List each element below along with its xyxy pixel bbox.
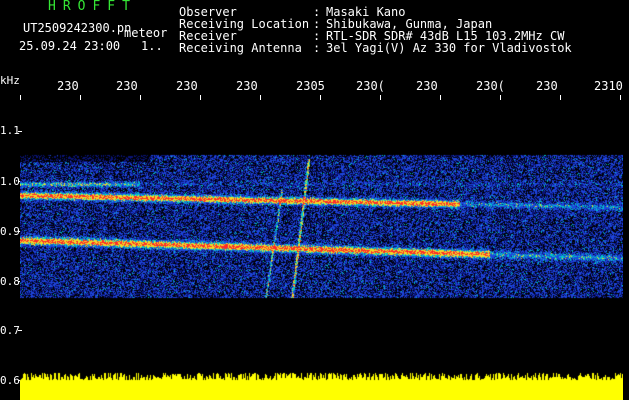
- x-tick: [260, 95, 261, 100]
- x-tick: [200, 95, 201, 100]
- spectrogram-waterfall: [20, 148, 623, 312]
- x-tick-label: 230: [116, 79, 138, 93]
- x-tick: [380, 95, 381, 100]
- y-tick-label: 1.0: [0, 175, 20, 188]
- x-tick-label: 230: [57, 79, 79, 93]
- x-tick-label: 230: [416, 79, 438, 93]
- x-tick: [620, 95, 621, 100]
- mode-label: meteor: [124, 26, 168, 40]
- x-tick: [80, 95, 81, 100]
- y-tick-label: 0.7: [0, 324, 20, 337]
- x-tick-label: 2305: [296, 79, 325, 93]
- x-tick: [560, 95, 561, 100]
- field-sep: :: [313, 41, 321, 55]
- x-tick: [440, 95, 441, 100]
- x-tick: [500, 95, 501, 100]
- signal-level-trace: [20, 366, 623, 400]
- field-label-antenna: Receiving Antenna: [179, 41, 302, 55]
- y-tick-label: 0.9: [0, 225, 20, 238]
- y-tick: [18, 131, 22, 132]
- x-tick-label: 230(: [476, 79, 505, 93]
- x-tick: [20, 95, 21, 100]
- x-tick-label: 230: [536, 79, 558, 93]
- file-name: UT2509242300.pn: [23, 21, 132, 35]
- hrofft-logo: HROFFT: [48, 0, 137, 14]
- y-tick-label: 0.8: [0, 275, 20, 288]
- x-tick: [320, 95, 321, 100]
- y-tick-label: 1.1: [0, 124, 20, 137]
- x-tick-label: 230: [236, 79, 258, 93]
- y-tick-label: 0.6: [0, 374, 20, 387]
- date-time: 25.09.24 23:00: [19, 39, 121, 53]
- x-tick-label: 230(: [356, 79, 385, 93]
- x-tick-label: 230: [176, 79, 198, 93]
- x-tick-label: 2310: [594, 79, 623, 93]
- y-tick: [18, 330, 22, 331]
- page-marker: 1..: [141, 39, 163, 53]
- x-tick: [140, 95, 141, 100]
- antenna-value: 3el Yagi(V) Az 330 for Vladivostok: [326, 41, 572, 55]
- y-unit-label: kHz: [0, 74, 20, 87]
